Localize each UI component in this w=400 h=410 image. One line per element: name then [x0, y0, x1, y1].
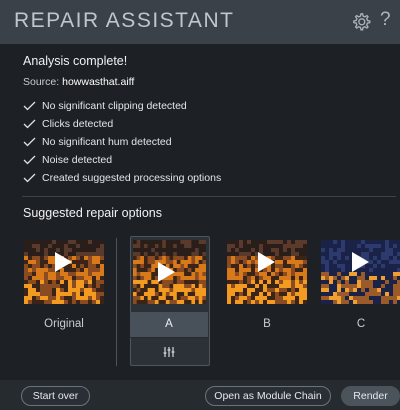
render-button[interactable]: Render — [341, 386, 400, 406]
result-text: No significant clipping detected — [42, 100, 187, 112]
check-icon — [23, 173, 36, 183]
source-line: Source: howwasthat.aiff — [23, 76, 134, 88]
section-divider — [22, 196, 396, 197]
option-label: B — [263, 318, 271, 330]
option-label: Original — [44, 318, 84, 330]
result-text: Clicks detected — [42, 118, 114, 130]
check-icon — [23, 119, 36, 129]
spectrogram-thumbnail — [24, 240, 104, 304]
result-item: No significant hum detected — [23, 133, 383, 151]
analysis-results: No significant clipping detected Clicks … — [23, 97, 383, 187]
result-text: Created suggested processing options — [42, 172, 222, 184]
source-label: Source: — [23, 76, 60, 88]
option-label: C — [356, 318, 366, 330]
play-icon[interactable] — [158, 262, 175, 282]
result-text: No significant hum detected — [42, 136, 172, 148]
open-module-chain-button[interactable]: Open as Module Chain — [205, 386, 331, 406]
footer-bar: Start over Open as Module Chain Render — [0, 380, 400, 410]
repair-options: Original A B C — [0, 230, 400, 370]
app-title: REPAIR ASSISTANT — [14, 9, 235, 32]
help-icon[interactable]: ? — [380, 10, 400, 30]
check-icon — [23, 101, 36, 111]
result-item: Clicks detected — [23, 115, 383, 133]
result-text: Noise detected — [42, 154, 113, 166]
options-separator — [116, 238, 117, 366]
option-a[interactable]: A — [130, 236, 210, 366]
start-over-button[interactable]: Start over — [21, 386, 90, 406]
spectrogram-thumbnail — [227, 240, 307, 304]
option-divider — [130, 337, 208, 338]
title-bar: REPAIR ASSISTANT ? — [0, 0, 400, 44]
option-label: A — [165, 318, 173, 330]
gear-icon[interactable] — [351, 12, 371, 32]
mixer-sliders-icon[interactable] — [162, 346, 176, 358]
check-icon — [23, 137, 36, 147]
play-icon[interactable] — [352, 252, 369, 272]
spectrogram-thumbnail — [321, 240, 400, 304]
play-icon[interactable] — [55, 252, 72, 272]
suggested-title: Suggested repair options — [23, 206, 162, 220]
check-icon — [23, 155, 36, 165]
result-item: Noise detected — [23, 151, 383, 169]
analysis-title: Analysis complete! — [23, 54, 128, 68]
result-item: Created suggested processing options — [23, 169, 383, 187]
repair-assistant-window: REPAIR ASSISTANT ? Analysis complete! So… — [0, 0, 400, 410]
play-icon[interactable] — [258, 252, 275, 272]
result-item: No significant clipping detected — [23, 97, 383, 115]
source-file: howwasthat.aiff — [62, 76, 135, 88]
